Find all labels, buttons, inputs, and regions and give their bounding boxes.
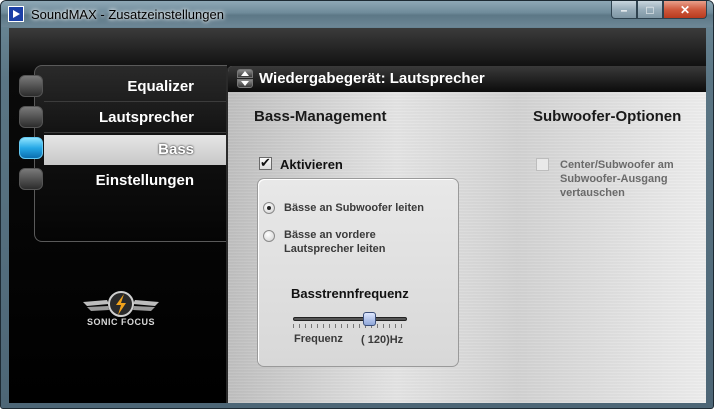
- minimize-icon: –: [620, 3, 628, 17]
- maximize-button[interactable]: □: [637, 1, 663, 19]
- crossover-slider-ticks: [293, 324, 407, 328]
- crossover-slider-thumb[interactable]: [363, 312, 376, 326]
- nav-item-lautsprecher[interactable]: Lautsprecher: [44, 103, 226, 133]
- frequency-value: ( 120)Hz: [361, 334, 404, 346]
- device-down-icon[interactable]: [237, 79, 253, 88]
- maximize-icon: □: [646, 3, 654, 17]
- device-up-icon[interactable]: [237, 69, 253, 78]
- nav-item-einstellungen[interactable]: Einstellungen: [44, 166, 226, 196]
- crossover-slider-track[interactable]: [293, 317, 407, 321]
- radio-bass-to-subwoofer-label[interactable]: Bässe an Subwoofer leiten: [284, 201, 454, 215]
- title-bar[interactable]: SoundMAX - Zusatzeinstellungen – □ ✕: [1, 1, 713, 27]
- app-window: SoundMAX - Zusatzeinstellungen – □ ✕ Equ…: [0, 0, 714, 409]
- logo-text: SONIC FOCUS: [86, 317, 155, 327]
- window-controls: – □ ✕: [611, 1, 707, 21]
- radio-bass-to-front[interactable]: [263, 230, 275, 242]
- nav-item-equalizer[interactable]: Equalizer: [44, 72, 226, 102]
- bass-management-title: Bass-Management: [254, 108, 387, 125]
- close-button[interactable]: ✕: [663, 1, 707, 19]
- close-icon: ✕: [679, 3, 691, 17]
- swap-center-subwoofer-label[interactable]: Center/Subwoofer am Subwoofer-Ausgang ve…: [560, 158, 690, 200]
- nav-button-lautsprecher[interactable]: [19, 106, 43, 128]
- enable-bass-checkbox[interactable]: [259, 155, 272, 171]
- frequency-label: Frequenz: [294, 333, 343, 345]
- nav-item-bass[interactable]: Bass: [44, 135, 226, 165]
- nav-button-einstellungen[interactable]: [19, 168, 43, 190]
- enable-bass-label[interactable]: Aktivieren: [280, 157, 343, 172]
- soundmax-app-icon[interactable]: [8, 6, 24, 22]
- device-spinner[interactable]: [237, 69, 253, 89]
- minimize-button[interactable]: –: [611, 1, 637, 19]
- crossover-title: Basstrennfrequenz: [291, 286, 409, 301]
- client-area: Equalizer Lautsprecher Bass Einstellunge…: [9, 28, 706, 403]
- nav-button-equalizer[interactable]: [19, 75, 43, 97]
- playback-device-title: Wiedergabegerät: Lautsprecher: [259, 70, 485, 87]
- window-title: SoundMAX - Zusatzeinstellungen: [31, 7, 224, 22]
- radio-bass-to-front-label[interactable]: Bässe an vordere Lautsprecher leiten: [284, 228, 424, 256]
- bass-settings-panel: Wiedergabegerät: Lautsprecher Bass-Manag…: [226, 66, 706, 403]
- swap-center-subwoofer-checkbox[interactable]: [536, 158, 549, 171]
- bass-routing-group: Bässe an Subwoofer leiten Bässe an vorde…: [257, 178, 459, 367]
- device-header: Wiedergabegerät: Lautsprecher: [228, 66, 706, 92]
- subwoofer-options-title: Subwoofer-Optionen: [533, 108, 682, 125]
- radio-bass-to-subwoofer[interactable]: [263, 202, 275, 214]
- nav-button-bass[interactable]: [19, 137, 43, 159]
